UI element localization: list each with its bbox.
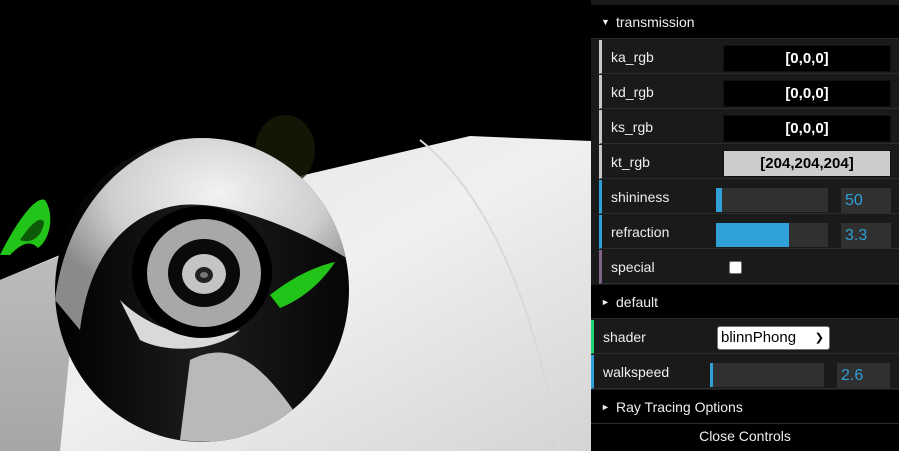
ka-rgb-color-swatch[interactable]: [0,0,0] — [723, 45, 891, 72]
kt-rgb-label: kt_rgb — [611, 154, 650, 170]
chevron-down-icon: ❯ — [814, 332, 824, 344]
row-kt-rgb: kt_rgb [204,204,204] — [599, 145, 899, 179]
refraction-slider[interactable] — [716, 223, 828, 247]
shininess-slider[interactable] — [716, 188, 828, 212]
shininess-slider-fill — [716, 188, 722, 212]
refraction-label: refraction — [611, 224, 670, 240]
special-checkbox[interactable] — [729, 261, 742, 274]
controls-panel: ▼ transmission ka_rgb [0,0,0] kd_rgb [0,… — [591, 0, 899, 451]
row-shader: shader blinnPhong ❯ — [591, 320, 899, 354]
walkspeed-slider-fill — [710, 363, 714, 387]
folder-ray-tracing-title[interactable]: ► Ray Tracing Options — [591, 390, 899, 424]
walkspeed-label: walkspeed — [603, 364, 670, 380]
folder-ray-tracing-label: Ray Tracing Options — [616, 398, 743, 415]
row-ka-rgb: ka_rgb [0,0,0] — [599, 40, 899, 74]
kd-rgb-label: kd_rgb — [611, 84, 654, 100]
refraction-number-input[interactable]: 3.3 — [841, 223, 891, 248]
row-shininess: shininess 50 — [599, 180, 899, 214]
close-controls-button[interactable]: Close Controls — [591, 424, 899, 451]
kd-rgb-color-swatch[interactable]: [0,0,0] — [723, 80, 891, 107]
shininess-number-input[interactable]: 50 — [841, 188, 891, 213]
row-refraction: refraction 3.3 — [599, 215, 899, 249]
ks-rgb-label: ks_rgb — [611, 119, 654, 135]
walkspeed-slider[interactable] — [710, 363, 824, 387]
shininess-label: shininess — [611, 189, 670, 205]
triangle-right-icon: ► — [601, 296, 610, 307]
triangle-down-icon: ▼ — [601, 16, 610, 27]
shader-selected-value: blinnPhong — [721, 329, 797, 346]
ks-rgb-color-swatch[interactable]: [0,0,0] — [723, 115, 891, 142]
shader-label: shader — [603, 329, 646, 345]
kt-rgb-color-swatch[interactable]: [204,204,204] — [723, 150, 891, 177]
folder-transmission-label: transmission — [616, 13, 695, 30]
ka-rgb-label: ka_rgb — [611, 49, 654, 65]
folder-transmission-title[interactable]: ▼ transmission — [591, 5, 899, 39]
shader-select[interactable]: blinnPhong ❯ — [717, 326, 830, 350]
row-ks-rgb: ks_rgb [0,0,0] — [599, 110, 899, 144]
triangle-right-icon: ► — [601, 401, 610, 412]
row-kd-rgb: kd_rgb [0,0,0] — [599, 75, 899, 109]
special-label: special — [611, 259, 655, 275]
row-special: special — [599, 250, 899, 284]
folder-default-title[interactable]: ► default — [591, 285, 899, 319]
walkspeed-number-input[interactable]: 2.6 — [837, 363, 890, 388]
folder-default-label: default — [616, 293, 659, 310]
render-viewport[interactable] — [0, 0, 591, 451]
row-walkspeed: walkspeed 2.6 — [591, 355, 899, 389]
scene-render — [0, 115, 591, 451]
refraction-slider-fill — [716, 223, 789, 247]
